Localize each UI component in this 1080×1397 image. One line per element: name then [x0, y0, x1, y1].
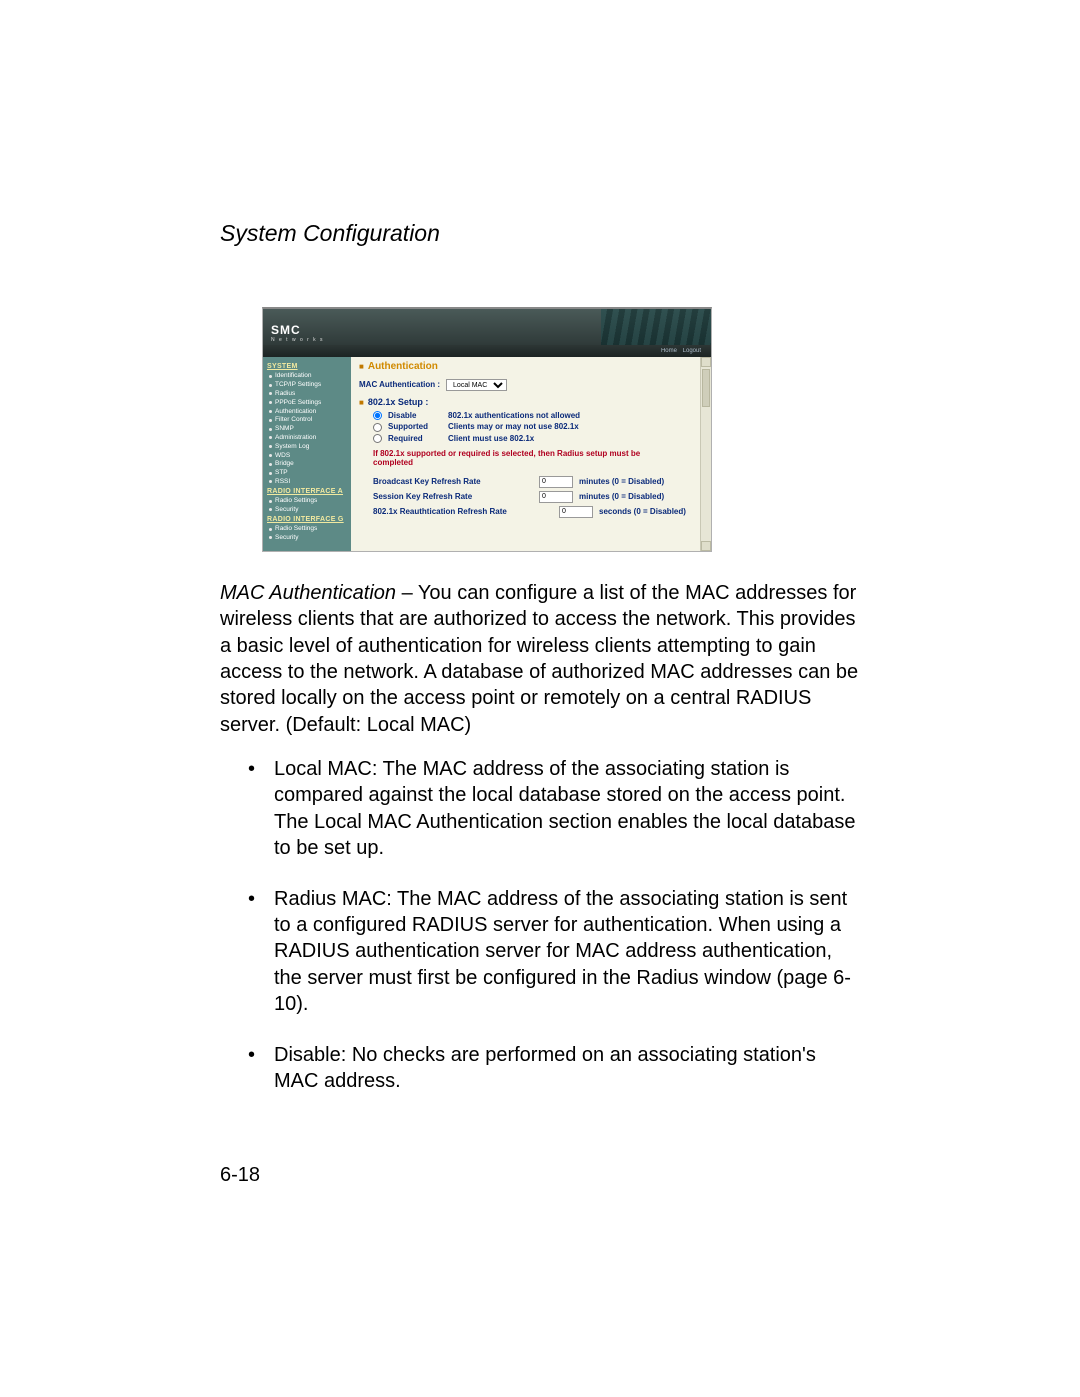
sidebar-item[interactable]: SNMP	[269, 425, 347, 433]
scrollbar[interactable]	[700, 357, 711, 551]
reauth-unit: seconds (0 = Disabled)	[599, 507, 686, 517]
bullet-list: Local MAC: The MAC address of the associ…	[220, 756, 860, 1094]
session-key-input[interactable]	[539, 491, 573, 503]
sidebar-item[interactable]: Identification	[269, 372, 347, 380]
sidebar-item[interactable]: Radio Settings	[269, 525, 347, 533]
opt-disable-label: Disable	[388, 411, 442, 421]
opt-required-radio[interactable]	[373, 434, 382, 443]
mac-auth-select[interactable]: Local MAC	[446, 379, 507, 391]
header-decoration	[601, 309, 711, 345]
sidebar-item[interactable]: Authentication	[269, 408, 347, 416]
sidebar-item[interactable]: RSSI	[269, 478, 347, 486]
sidebar-item[interactable]: TCP/IP Settings	[269, 381, 347, 389]
sidebar-group-radio-g: RADIO INTERFACE G	[267, 516, 347, 524]
sidebar-item[interactable]: Filter Control	[269, 416, 347, 424]
opt-required-desc: Client must use 802.1x	[448, 434, 534, 444]
embedded-screenshot: SMC N e t w o r k s Home Logout SYSTEM I…	[262, 307, 712, 552]
bullet-item: Local MAC: The MAC address of the associ…	[248, 756, 860, 862]
sidebar-group-radio-a: RADIO INTERFACE A	[267, 488, 347, 496]
term-mac-authentication: MAC Authentication	[220, 582, 396, 604]
scroll-down-icon[interactable]	[701, 541, 711, 551]
sidebar: SYSTEM Identification TCP/IP Settings Ra…	[263, 357, 351, 551]
reauth-input[interactable]	[559, 506, 593, 518]
mac-auth-label: MAC Authentication :	[359, 380, 440, 390]
sidebar-item[interactable]: Radius	[269, 390, 347, 398]
setup-subtitle: ■802.1x Setup :	[359, 397, 703, 408]
sidebar-item[interactable]: Security	[269, 506, 347, 514]
broadcast-key-input[interactable]	[539, 476, 573, 488]
brand-logo: SMC	[271, 324, 324, 336]
opt-supported-radio[interactable]	[373, 423, 382, 432]
sidebar-item[interactable]: Bridge	[269, 460, 347, 468]
session-key-label: Session Key Refresh Rate	[373, 492, 533, 502]
broadcast-key-label: Broadcast Key Refresh Rate	[373, 477, 533, 487]
sidebar-item[interactable]: Administration	[269, 434, 347, 442]
sidebar-group-system: SYSTEM	[267, 363, 347, 371]
bullet-item: Radius MAC: The MAC address of the assoc…	[248, 886, 860, 1018]
reauth-label: 802.1x Reauthtication Refresh Rate	[373, 507, 553, 517]
opt-disable-radio[interactable]	[373, 411, 382, 420]
page-number: 6-18	[220, 1164, 260, 1187]
app-header: SMC N e t w o r k s	[263, 309, 711, 345]
panel-title: ■Authentication	[359, 361, 703, 373]
sidebar-item[interactable]: WDS	[269, 452, 347, 460]
session-key-unit: minutes (0 = Disabled)	[579, 492, 664, 502]
logout-link[interactable]: Logout	[683, 348, 701, 354]
sidebar-item[interactable]: STP	[269, 469, 347, 477]
opt-supported-label: Supported	[388, 422, 442, 432]
home-link[interactable]: Home	[661, 348, 677, 354]
scroll-thumb[interactable]	[702, 369, 710, 407]
sidebar-item[interactable]: System Log	[269, 443, 347, 451]
broadcast-key-unit: minutes (0 = Disabled)	[579, 477, 664, 487]
main-panel: ■Authentication MAC Authentication : Loc…	[351, 357, 711, 551]
opt-supported-desc: Clients may or may not use 802.1x	[448, 422, 579, 432]
sidebar-item[interactable]: Security	[269, 534, 347, 542]
header-linkbar: Home Logout	[263, 345, 711, 357]
opt-required-label: Required	[388, 434, 442, 444]
opt-disable-desc: 802.1x authentications not allowed	[448, 411, 580, 421]
brand-subtext: N e t w o r k s	[271, 337, 324, 343]
sidebar-item[interactable]: PPPoE Settings	[269, 399, 347, 407]
sidebar-item[interactable]: Radio Settings	[269, 497, 347, 505]
bullet-item: Disable: No checks are performed on an a…	[248, 1042, 860, 1095]
scroll-up-icon[interactable]	[701, 357, 711, 367]
body-paragraph: MAC Authentication – You can configure a…	[220, 580, 860, 738]
radius-note: If 802.1x supported or required is selec…	[373, 449, 673, 468]
section-title: System Configuration	[220, 220, 860, 247]
